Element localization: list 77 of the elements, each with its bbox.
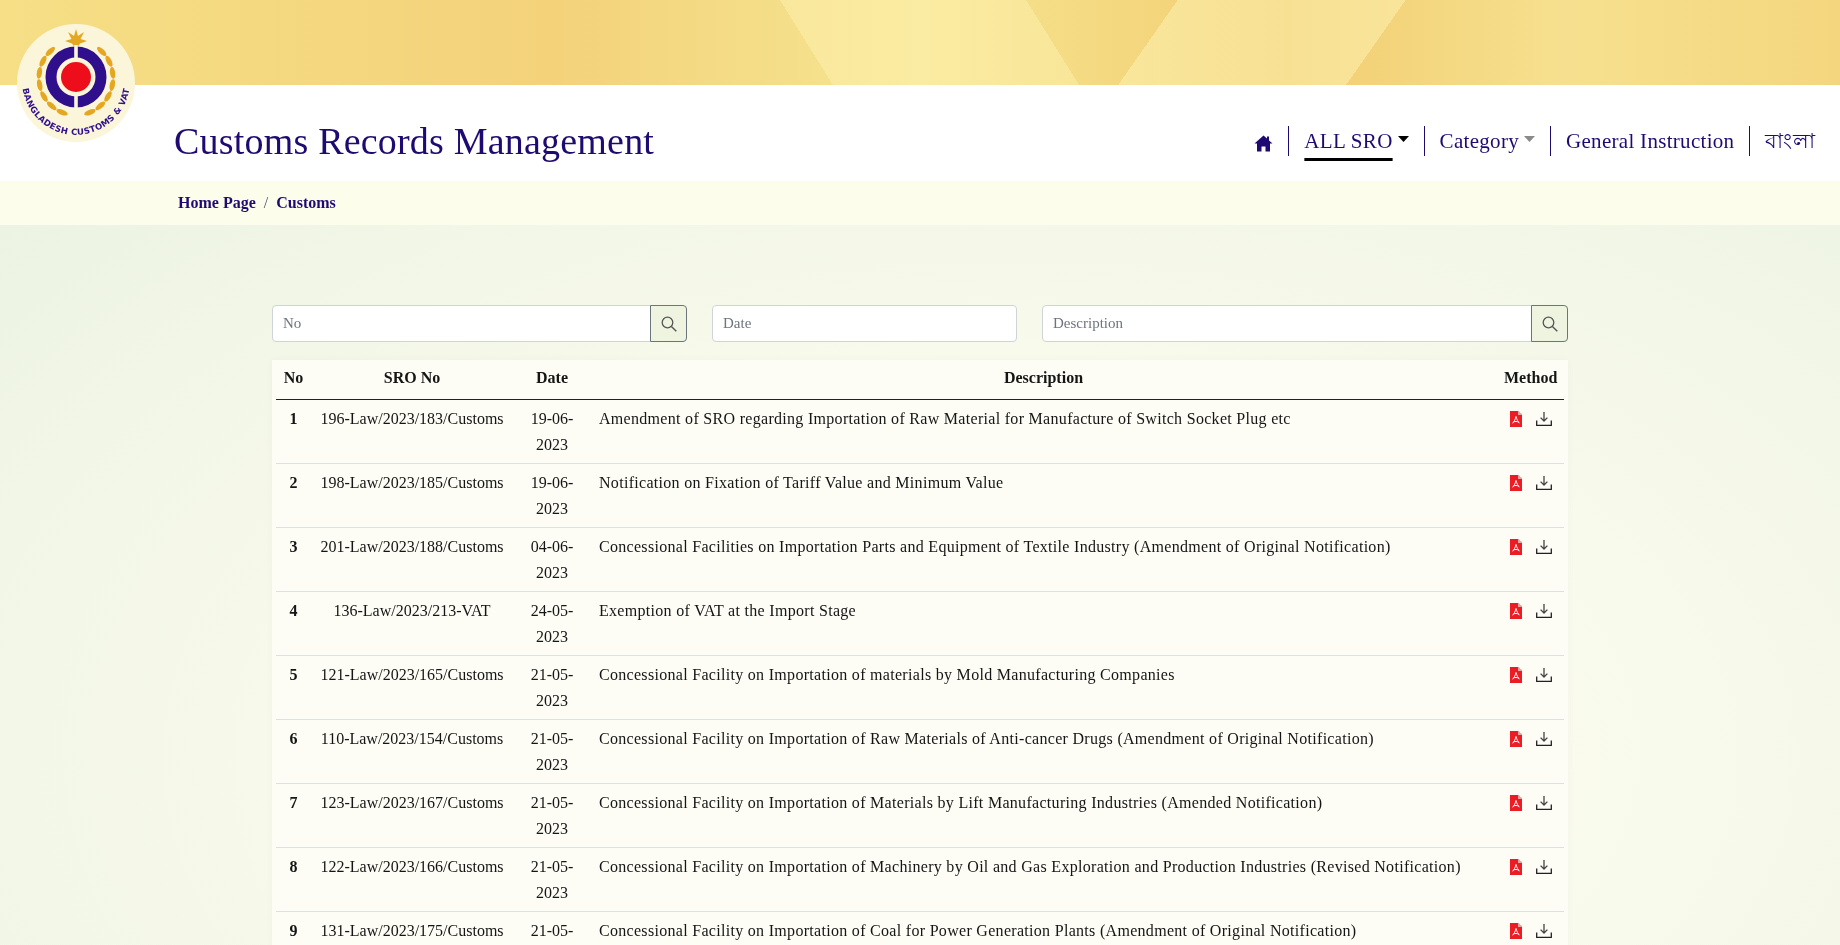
search-icon — [1541, 315, 1558, 332]
search-button[interactable] — [1531, 305, 1568, 342]
search-field[interactable]: Description — [1042, 305, 1532, 342]
sro-number: 136-Law/2023/213-VAT — [333, 602, 491, 619]
nav-dropdown[interactable]: Category — [1439, 116, 1535, 166]
download-icon[interactable] — [1536, 732, 1552, 746]
search-field[interactable]: Date — [712, 305, 1017, 342]
sro-date: 04-06-2023 — [530, 538, 574, 581]
download-icon[interactable] — [1536, 476, 1552, 490]
sro-number: 196-Law/2023/183/Customs — [320, 410, 504, 427]
row-number: 7 — [289, 794, 298, 811]
download-icon[interactable] — [1536, 668, 1552, 682]
row-number: 1 — [289, 410, 298, 427]
sro-date: 19-06-2023 — [530, 474, 574, 517]
pdf-file-icon[interactable] — [1510, 475, 1522, 491]
sro-date: 24-05-2023 — [530, 602, 574, 645]
sro-description: Concessional Facility on Importation of Raw Materials of Anti-cancer Drugs (Amendment of Original Notification) — [599, 730, 1374, 747]
pdf-file-icon[interactable] — [1510, 603, 1522, 619]
breadcrumb-link[interactable]: Home Page — [178, 191, 256, 215]
sro-description: Concessional Facility on Importation of Materials by Lift Manufacturing Industries (Amended Notification) — [599, 794, 1323, 811]
sro-date: 19-06-2023 — [530, 410, 574, 453]
row-number: 9 — [289, 922, 298, 939]
row-number: 3 — [289, 538, 298, 555]
row-number: 8 — [289, 858, 298, 875]
row-number: 6 — [289, 730, 298, 747]
row-number: 2 — [289, 474, 298, 491]
download-icon[interactable] — [1536, 412, 1552, 426]
column-header: Method — [1504, 369, 1558, 386]
sro-number: 121-Law/2023/165/Customs — [320, 666, 504, 683]
row-number: 4 — [289, 602, 298, 619]
sro-number: 131-Law/2023/175/Customs — [320, 922, 504, 939]
column-header: No — [283, 369, 304, 386]
pdf-file-icon[interactable] — [1510, 667, 1522, 683]
pdf-file-icon[interactable] — [1510, 411, 1522, 427]
column-header: Description — [1003, 369, 1084, 386]
sro-number: 110-Law/2023/154/Customs — [320, 730, 504, 747]
sro-date: 21-05-2023 — [530, 858, 574, 901]
breadcrumb-separator: / — [263, 193, 269, 213]
sro-date: 21-05-2023 — [530, 794, 574, 837]
sro-description: Amendment of SRO regarding Importation of Raw Material for Manufacture of Switch Socket Plug etc — [599, 410, 1291, 427]
sro-number: 198-Law/2023/185/Customs — [320, 474, 504, 491]
breadcrumb-current: Customs — [276, 193, 336, 213]
download-icon[interactable] — [1536, 540, 1552, 554]
column-header: Date — [536, 369, 568, 386]
home-icon — [1254, 134, 1274, 152]
column-header: SRO No — [383, 369, 441, 386]
sro-date: 21-05- — [530, 922, 574, 939]
download-icon[interactable] — [1536, 860, 1552, 874]
sro-date: 21-05-2023 — [530, 666, 574, 709]
nav-dropdown[interactable]: ALL SRO — [1304, 116, 1409, 166]
sro-description: Exemption of VAT at the Import Stage — [599, 602, 856, 619]
download-icon[interactable] — [1536, 604, 1552, 618]
search-field[interactable]: No — [272, 305, 651, 342]
sro-number: 123-Law/2023/167/Customs — [320, 794, 504, 811]
caret-icon — [1397, 136, 1409, 143]
sro-description: Concessional Facilities on Importation Parts and Equipment of Textile Industry (Amendment of Original Notification) — [599, 538, 1391, 555]
download-icon[interactable] — [1536, 924, 1552, 938]
search-button[interactable] — [650, 305, 687, 342]
pdf-file-icon[interactable] — [1510, 539, 1522, 555]
sro-description: Notification on Fixation of Tariff Value and Minimum Value — [599, 474, 1004, 491]
site-title: Customs Records Management — [174, 119, 655, 164]
row-number: 5 — [289, 666, 298, 683]
sro-number: 201-Law/2023/188/Customs — [320, 538, 504, 555]
sro-date: 21-05-2023 — [530, 730, 574, 773]
pdf-file-icon[interactable] — [1510, 859, 1522, 875]
sro-description: Concessional Facility on Importation of materials by Mold Manufacturing Companies — [599, 666, 1175, 683]
sro-number: 122-Law/2023/166/Customs — [320, 858, 504, 875]
nav-link[interactable]: General Instruction — [1566, 116, 1735, 166]
sro-description: Concessional Facility on Importation of Machinery by Oil and Gas Exploration and Production Industries (Revised Notification) — [599, 858, 1461, 875]
nav-link[interactable]: বাংলা — [1765, 116, 1815, 166]
download-icon[interactable] — [1536, 796, 1552, 810]
sro-description: Concessional Facility on Importation of Coal for Power Generation Plants (Amendment of Original Notification) — [599, 922, 1357, 939]
pdf-file-icon[interactable] — [1510, 795, 1522, 811]
pdf-file-icon[interactable] — [1510, 923, 1522, 939]
pdf-file-icon[interactable] — [1510, 731, 1522, 747]
caret-icon — [1524, 136, 1535, 143]
search-icon — [660, 315, 677, 332]
